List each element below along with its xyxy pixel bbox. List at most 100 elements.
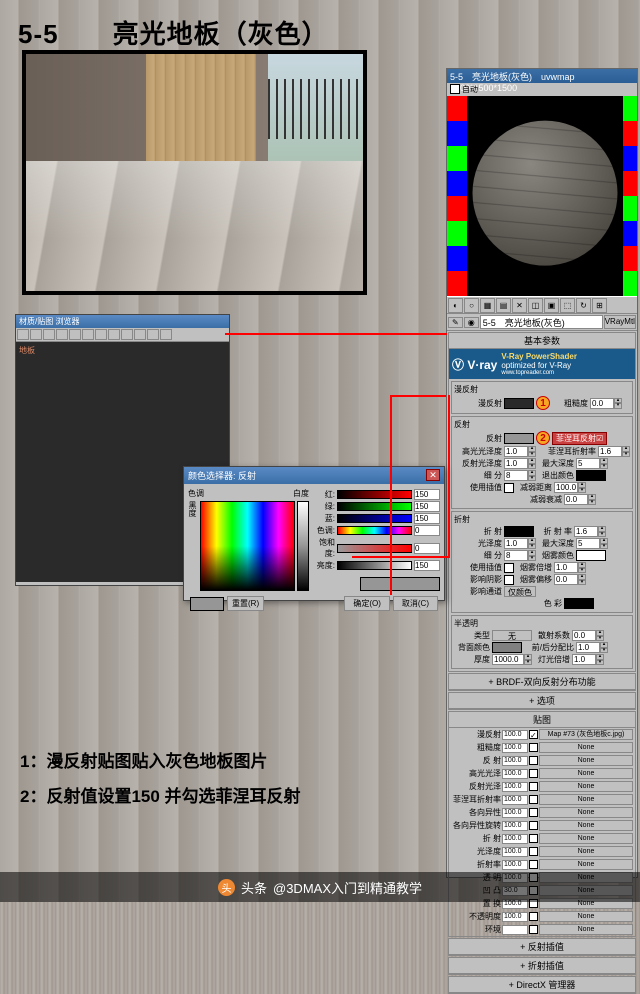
b-input[interactable] xyxy=(414,513,440,524)
map-checkbox[interactable] xyxy=(529,743,538,752)
map-amount-input[interactable] xyxy=(502,808,528,818)
h-input[interactable] xyxy=(414,525,440,536)
map-slot-button[interactable]: None xyxy=(539,820,633,831)
map-slot-button[interactable]: None xyxy=(539,846,633,857)
material-sphere[interactable] xyxy=(473,121,618,266)
map-slot-button[interactable]: None xyxy=(539,833,633,844)
dimf-input[interactable] xyxy=(564,494,588,505)
btool-icon[interactable] xyxy=(95,329,107,340)
bc-swatch[interactable] xyxy=(492,642,522,653)
tool-btn[interactable]: ↻ xyxy=(576,298,591,313)
g-input[interactable] xyxy=(414,501,440,512)
fresnel-checkbox-highlight[interactable]: 菲涅耳反射☑ xyxy=(552,432,607,445)
diffuse-swatch[interactable] xyxy=(504,398,534,409)
btool-icon[interactable] xyxy=(56,329,68,340)
th-input[interactable] xyxy=(492,654,524,665)
map-slot-button[interactable]: None xyxy=(539,924,633,935)
map-amount-input[interactable] xyxy=(502,795,528,805)
browser-titlebar[interactable]: 材质/贴图 浏览器 xyxy=(16,315,229,328)
reset-button[interactable]: 重置(R) xyxy=(227,596,264,611)
tool-btn[interactable]: ✕ xyxy=(512,298,527,313)
tool-btn[interactable]: ⊞ xyxy=(592,298,607,313)
fogc-swatch[interactable] xyxy=(576,550,606,561)
rollout-refract-interp[interactable]: + 折射插值 xyxy=(449,958,635,974)
tool-btn[interactable]: ◐ xyxy=(448,298,463,313)
auto-checkbox[interactable] xyxy=(450,84,460,94)
as-checkbox[interactable] xyxy=(504,575,514,585)
material-name-input[interactable] xyxy=(480,315,603,329)
map-amount-input[interactable] xyxy=(502,834,528,844)
color-picker-titlebar[interactable]: 颜色选择器: 反射 ✕ xyxy=(184,467,444,484)
map-checkbox[interactable] xyxy=(529,925,538,934)
v-input[interactable] xyxy=(414,560,440,571)
tool-btn[interactable]: ▤ xyxy=(496,298,511,313)
map-amount-input[interactable] xyxy=(502,847,528,857)
s-slider[interactable] xyxy=(337,544,412,553)
btool-icon[interactable] xyxy=(160,329,172,340)
ac-dropdown[interactable]: 仅颜色 xyxy=(504,586,536,597)
map-amount-input[interactable] xyxy=(502,821,528,831)
s-input[interactable] xyxy=(414,543,440,554)
map-slot-button[interactable]: None xyxy=(539,755,633,766)
refr-swatch[interactable] xyxy=(504,526,534,537)
rollout-reflect-interp[interactable]: + 反射插值 xyxy=(449,939,635,955)
b-slider[interactable] xyxy=(337,514,412,523)
rgloss-input[interactable] xyxy=(504,458,528,469)
material-editor-titlebar[interactable]: 5-5 亮光地板(灰色) uvwmap 1500*1500*1500 xyxy=(447,69,637,83)
hilite-input[interactable] xyxy=(504,446,528,457)
btool-icon[interactable] xyxy=(134,329,146,340)
map-slot-button[interactable]: None xyxy=(539,911,633,922)
exit-swatch[interactable] xyxy=(576,470,606,481)
map-amount-input[interactable] xyxy=(502,743,528,753)
value-bar[interactable] xyxy=(297,501,309,591)
tt-dropdown[interactable]: 无 xyxy=(492,630,532,641)
gl-input[interactable] xyxy=(504,538,528,549)
subd-input[interactable] xyxy=(504,470,528,481)
map-slot-button[interactable]: None xyxy=(539,781,633,792)
btool-icon[interactable] xyxy=(69,329,81,340)
sc-input[interactable] xyxy=(572,630,596,641)
tool-btn[interactable]: ▦ xyxy=(480,298,495,313)
cancel-button[interactable]: 取消(C) xyxy=(393,596,438,611)
map-checkbox[interactable] xyxy=(529,860,538,869)
tool-btn[interactable]: ◫ xyxy=(528,298,543,313)
map-checkbox[interactable] xyxy=(529,834,538,843)
rollout-options[interactable]: + 选项 xyxy=(449,693,635,709)
fogb-input[interactable] xyxy=(554,574,578,585)
map-checkbox[interactable] xyxy=(529,808,538,817)
v-slider[interactable] xyxy=(337,561,412,570)
btool-icon[interactable] xyxy=(30,329,42,340)
dimd-input[interactable] xyxy=(554,482,578,493)
map-slot-button[interactable]: Map #73 (灰色地板c.jpg) xyxy=(539,729,633,740)
map-amount-input[interactable] xyxy=(502,782,528,792)
rollout-maps[interactable]: 贴图 xyxy=(449,712,635,728)
map-checkbox[interactable] xyxy=(529,847,538,856)
ok-button[interactable]: 确定(O) xyxy=(344,596,390,611)
btool-icon[interactable] xyxy=(43,329,55,340)
md2-input[interactable] xyxy=(576,538,600,549)
map-checkbox[interactable] xyxy=(529,782,538,791)
btool-icon[interactable] xyxy=(108,329,120,340)
map-slot-button[interactable]: None xyxy=(539,807,633,818)
rollout-basic-params[interactable]: 基本参数 xyxy=(449,333,635,349)
btool-icon[interactable] xyxy=(17,329,29,340)
r-slider[interactable] xyxy=(337,490,412,499)
interp-checkbox[interactable] xyxy=(504,483,514,493)
ior-input[interactable] xyxy=(574,526,598,537)
map-amount-input[interactable] xyxy=(502,769,528,779)
tool-btn[interactable]: ⬚ xyxy=(560,298,575,313)
map-amount-input[interactable] xyxy=(502,730,528,740)
btool-icon[interactable] xyxy=(82,329,94,340)
map-slot-button[interactable]: None xyxy=(539,768,633,779)
map-amount-input[interactable] xyxy=(502,860,528,870)
pick-btn[interactable]: ✎ xyxy=(448,317,463,328)
fogm-input[interactable] xyxy=(554,562,578,573)
reflect-swatch[interactable] xyxy=(504,433,534,444)
sd2-input[interactable] xyxy=(504,550,528,561)
map-amount-input[interactable] xyxy=(502,925,528,935)
btool-icon[interactable] xyxy=(147,329,159,340)
tool-btn[interactable]: ▣ xyxy=(544,298,559,313)
map-checkbox[interactable] xyxy=(529,821,538,830)
fior-input[interactable] xyxy=(598,446,622,457)
roughness-input[interactable] xyxy=(590,398,614,409)
